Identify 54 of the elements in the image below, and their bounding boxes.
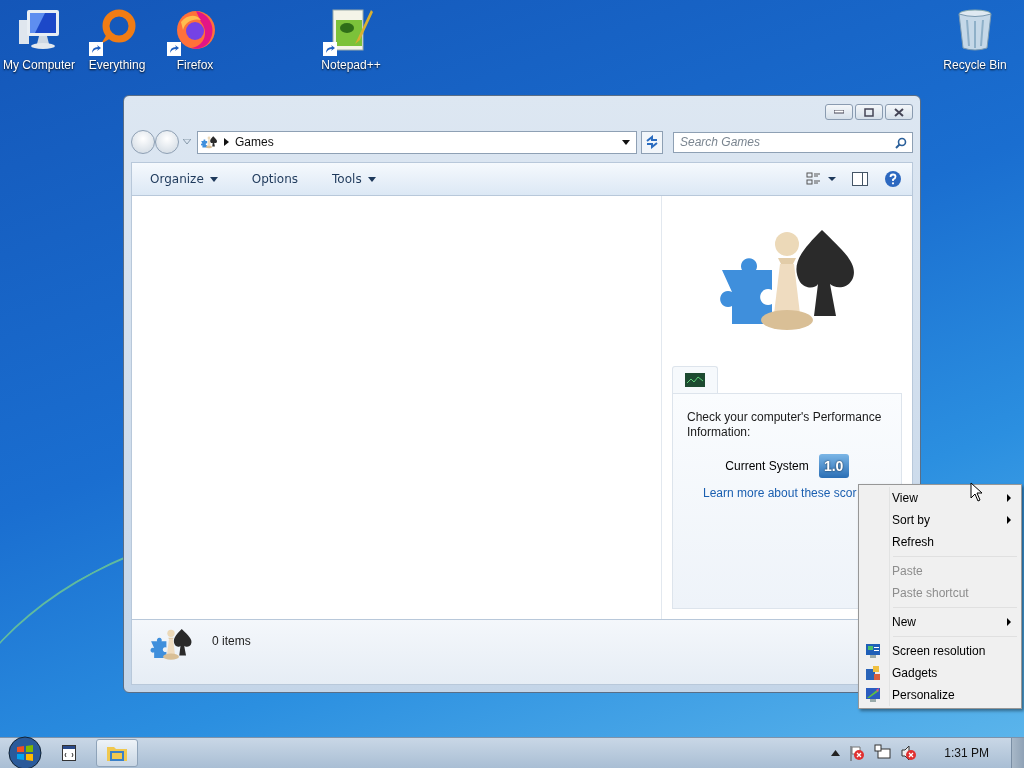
desktop-icon-label[interactable]: Recycle Bin xyxy=(943,58,1007,72)
help-icon[interactable] xyxy=(884,170,902,188)
desktop-icon-label[interactable]: My Computer xyxy=(3,58,75,72)
minimize-button[interactable] xyxy=(825,104,853,120)
menu-item[interactable]: Personalize xyxy=(861,684,1019,706)
item-count: 0 items xyxy=(212,634,251,648)
submenu-arrow-icon xyxy=(1007,618,1011,626)
games-icon xyxy=(148,626,194,663)
refresh-icon xyxy=(645,135,659,149)
close-button[interactable] xyxy=(885,104,913,120)
taskbar-folder-icon[interactable] xyxy=(96,739,138,767)
refresh-button[interactable] xyxy=(641,130,663,154)
learn-more-link[interactable]: Learn more about these scor xyxy=(687,486,857,500)
mouse-cursor-icon xyxy=(970,482,984,502)
score-badge: 1.0 xyxy=(818,454,849,478)
search-field[interactable]: Search Games xyxy=(673,131,913,153)
caret-icon[interactable] xyxy=(622,139,630,145)
games-icon xyxy=(200,134,218,150)
view-options-icon[interactable] xyxy=(806,172,836,186)
address-bar[interactable]: Games xyxy=(197,130,637,154)
search-icon xyxy=(895,136,907,149)
performance-tab[interactable] xyxy=(672,366,718,393)
restore-icon xyxy=(864,107,874,117)
speaker-icon[interactable] xyxy=(900,744,919,762)
network-icon[interactable] xyxy=(874,744,893,762)
desktop-icon-label[interactable]: Firefox xyxy=(176,58,214,72)
flag-icon[interactable] xyxy=(848,744,867,762)
preview-pane-icon[interactable] xyxy=(852,172,868,186)
menu-item[interactable]: Gadgets xyxy=(861,662,1019,684)
toolbar-button[interactable]: Tools xyxy=(324,168,384,190)
toolbar-button[interactable]: Organize xyxy=(142,168,226,190)
desktop-icon-label[interactable]: Notepad++ xyxy=(321,58,381,72)
chart-icon xyxy=(685,373,705,387)
submenu-arrow-icon xyxy=(1007,494,1011,502)
caret-icon xyxy=(224,138,229,146)
start-button[interactable] xyxy=(8,736,42,768)
desktop-icon-label[interactable]: Everything xyxy=(88,58,146,72)
personalize-icon xyxy=(865,687,881,703)
close-icon xyxy=(894,107,904,117)
menu-item[interactable]: Refresh xyxy=(861,531,1019,553)
gadgets-icon xyxy=(865,665,881,681)
monitor-icon xyxy=(865,643,881,659)
menu-item[interactable]: View xyxy=(861,487,1019,509)
menu-item[interactable]: New xyxy=(861,611,1019,633)
score-label: Current System xyxy=(725,459,809,473)
clock[interactable]: 1:31 PM xyxy=(944,746,989,760)
toolbar-button[interactable]: Options xyxy=(243,168,307,190)
submenu-arrow-icon xyxy=(1007,516,1011,524)
menu-item[interactable]: Screen resolution xyxy=(861,640,1019,662)
show-hidden-icons-icon[interactable] xyxy=(831,750,841,756)
menu-item[interactable]: Sort by xyxy=(861,509,1019,531)
restore-button[interactable] xyxy=(855,104,883,120)
performance-heading: Check your computer's Performance Information: xyxy=(687,410,883,440)
minimize-icon xyxy=(834,110,844,114)
